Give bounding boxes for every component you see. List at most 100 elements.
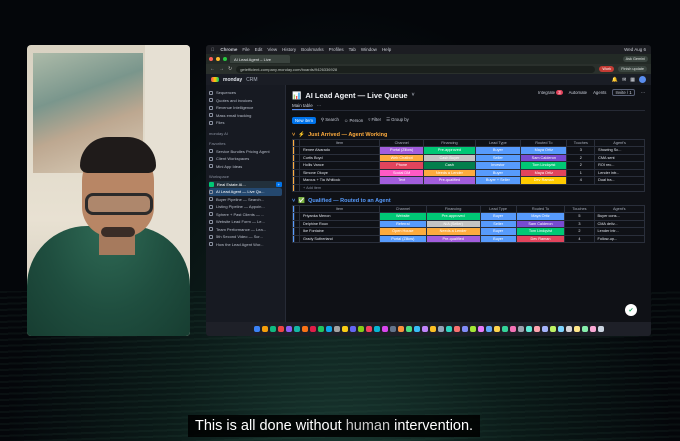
column-header[interactable]: Lead Type xyxy=(474,139,522,147)
item-name-cell[interactable]: Marcus + Tia Whitlock xyxy=(299,176,380,185)
dock-app-icon[interactable] xyxy=(397,326,404,332)
financing-status-cell[interactable]: N/A (Seller) xyxy=(425,219,481,228)
mac-menu-profiles[interactable]: Profiles xyxy=(329,47,344,52)
column-header[interactable]: Channel xyxy=(378,139,425,147)
add-item-input[interactable]: + Add item xyxy=(299,183,645,192)
column-header[interactable]: Financing xyxy=(425,205,481,213)
routed-to-cell[interactable]: Sam Calderon xyxy=(515,219,566,228)
financing-status-cell[interactable]: Pre-approved xyxy=(425,212,481,221)
user-avatar[interactable] xyxy=(639,76,646,83)
dock-app-icon[interactable] xyxy=(253,326,260,332)
mac-menu-history[interactable]: History xyxy=(282,47,296,52)
table-row[interactable]: Priyanka Menon Website Pre-approved Buyer Ma… xyxy=(292,212,646,221)
sidebar-board-item[interactable]: How the Lead Agent Wor... xyxy=(209,241,282,249)
dock-app-icon[interactable] xyxy=(365,326,372,332)
dock-app-icon[interactable] xyxy=(445,326,452,332)
dock-app-icon[interactable] xyxy=(317,326,324,332)
sidebar-board-item[interactable]: Listing Pipeline — Appoin... xyxy=(209,203,282,211)
column-header[interactable]: Financing xyxy=(423,139,476,147)
agent-note-cell[interactable]: Follow-up... xyxy=(593,234,646,243)
agent-note-cell[interactable]: Dual tra... xyxy=(594,176,645,185)
touches-cell[interactable]: 4 xyxy=(566,176,596,185)
touches-cell[interactable]: 2 xyxy=(566,161,596,170)
dock-app-icon[interactable] xyxy=(341,326,348,332)
lead-type-cell[interactable]: Investor xyxy=(474,161,522,170)
table-row[interactable]: Grady Sutherland Portal (Zillow) Pre-quali… xyxy=(292,234,646,243)
dock-app-icon[interactable] xyxy=(325,326,332,332)
touches-cell[interactable]: 1 xyxy=(566,168,596,177)
dock-app-icon[interactable] xyxy=(541,326,548,332)
touches-cell[interactable]: 5 xyxy=(564,212,595,221)
lead-type-cell[interactable]: Seller xyxy=(479,219,517,228)
column-header[interactable]: Routed To xyxy=(520,139,568,147)
lead-type-cell[interactable]: Buyer xyxy=(479,234,517,243)
mac-menu-view[interactable]: View xyxy=(267,47,277,52)
table-row[interactable]: Ike Fontaine Open House Needs a Lender Buye… xyxy=(292,227,646,236)
sidebar-item[interactable]: Revenue Intelligence xyxy=(209,104,282,112)
dock-app-icon[interactable] xyxy=(357,326,364,332)
financing-status-cell[interactable]: Needs a Lender xyxy=(425,227,481,236)
tab-main-table[interactable]: Main table xyxy=(292,103,313,110)
invite-button[interactable]: Invite / 1 xyxy=(612,89,635,96)
routed-to-cell[interactable]: Tom Lindqvist xyxy=(520,161,568,170)
add-item-row[interactable]: + Add item xyxy=(292,183,645,192)
view-options-icon[interactable]: ⋯ xyxy=(317,103,322,110)
chat-bubble-icon[interactable]: ✔ xyxy=(625,304,637,316)
browser-tab[interactable]: AI Lead Agent – Live xyxy=(230,55,290,63)
routed-to-cell[interactable]: Maya Ortiz xyxy=(520,168,568,177)
dock-app-icon[interactable] xyxy=(493,326,500,332)
dock-app-icon[interactable] xyxy=(293,326,300,332)
routed-to-cell[interactable]: Sam Calderon xyxy=(520,153,568,162)
dock-app-icon[interactable] xyxy=(389,326,396,332)
lead-type-cell[interactable]: Buyer xyxy=(474,146,522,155)
mac-menu-chrome[interactable]: Chrome xyxy=(220,47,237,52)
mac-menu-bookmarks[interactable]: Bookmarks xyxy=(301,47,324,52)
column-header[interactable]: Touches xyxy=(566,139,596,147)
dock-app-icon[interactable] xyxy=(581,326,588,332)
routed-to-cell[interactable]: Dev Raman xyxy=(520,176,568,185)
person-button[interactable]: ☺ Person xyxy=(344,118,363,123)
address-bar[interactable]: getefficient-company.monday.com/boards/9… xyxy=(236,65,596,73)
dock-app-icon[interactable] xyxy=(437,326,444,332)
dock-app-icon[interactable] xyxy=(421,326,428,332)
chevron-down-icon[interactable]: ˅ xyxy=(412,92,415,98)
dock-app-icon[interactable] xyxy=(301,326,308,332)
group-by-button[interactable]: ☰ Group by xyxy=(386,117,409,123)
table-row[interactable]: Delphine Roux Referral N/A (Seller) Seller S… xyxy=(292,219,646,228)
dock-app-icon[interactable] xyxy=(285,326,292,332)
channel-status-cell[interactable]: Open House xyxy=(379,227,427,236)
dock-app-icon[interactable] xyxy=(501,326,508,332)
workspace-selector[interactable]: Real Estate AI... + xyxy=(209,180,282,188)
item-name-cell[interactable]: Delphine Roux xyxy=(299,219,380,228)
dock-app-icon[interactable] xyxy=(565,326,572,332)
mac-menu-file[interactable]: File xyxy=(242,47,249,52)
column-header[interactable]: Item xyxy=(299,139,380,147)
lead-type-cell[interactable]: Buyer xyxy=(474,168,522,177)
sidebar-board-item[interactable]: 5th Second Video — Scr... xyxy=(209,233,282,241)
chevron-down-icon[interactable]: ˅ xyxy=(292,198,295,204)
financing-status-cell[interactable]: Pre-qualified xyxy=(423,176,476,185)
ask-gemini-button[interactable]: Ask Gemini xyxy=(622,56,648,62)
dock-app-icon[interactable] xyxy=(453,326,460,332)
sidebar-section-favorites[interactable]: Favorites xyxy=(209,140,282,148)
sidebar-item[interactable]: Files xyxy=(209,119,282,127)
touches-cell[interactable]: 2 xyxy=(564,227,595,236)
inbox-icon[interactable]: ✉ xyxy=(622,77,626,83)
search-button[interactable]: ⚲ Search xyxy=(321,117,339,123)
sidebar-board-item[interactable]: Website Lead Form — Le... xyxy=(209,218,282,226)
routed-to-cell[interactable]: Tom Lindqvist xyxy=(515,227,566,236)
financing-status-cell[interactable]: Cash Buyer xyxy=(423,153,476,162)
item-name-cell[interactable]: Curtis Boyd xyxy=(299,153,380,162)
channel-status-cell[interactable]: Website xyxy=(379,212,427,221)
agent-note-cell[interactable]: CMA sent xyxy=(594,153,645,162)
table-row[interactable]: Renee Alvarado Portal (Zillow) Pre-approve… xyxy=(292,146,645,155)
table-row[interactable]: Marcus + Tia Whitlock Text Pre-qualified Bu… xyxy=(292,176,645,185)
notifications-icon[interactable]: 🔔 xyxy=(612,77,618,83)
item-name-cell[interactable]: Hollis Vance xyxy=(299,161,380,170)
column-header[interactable]: Agent's xyxy=(594,139,645,147)
mac-menu-items[interactable]: Chrome File Edit View History Bookmarks Profil… xyxy=(220,47,396,52)
sidebar-favorite-item[interactable]: Mini App Ideas xyxy=(209,163,282,171)
dock-app-icon[interactable] xyxy=(509,326,516,332)
routed-to-cell[interactable]: Dev Raman xyxy=(515,234,566,243)
integrate-button[interactable]: Integrate 3 xyxy=(538,90,563,95)
